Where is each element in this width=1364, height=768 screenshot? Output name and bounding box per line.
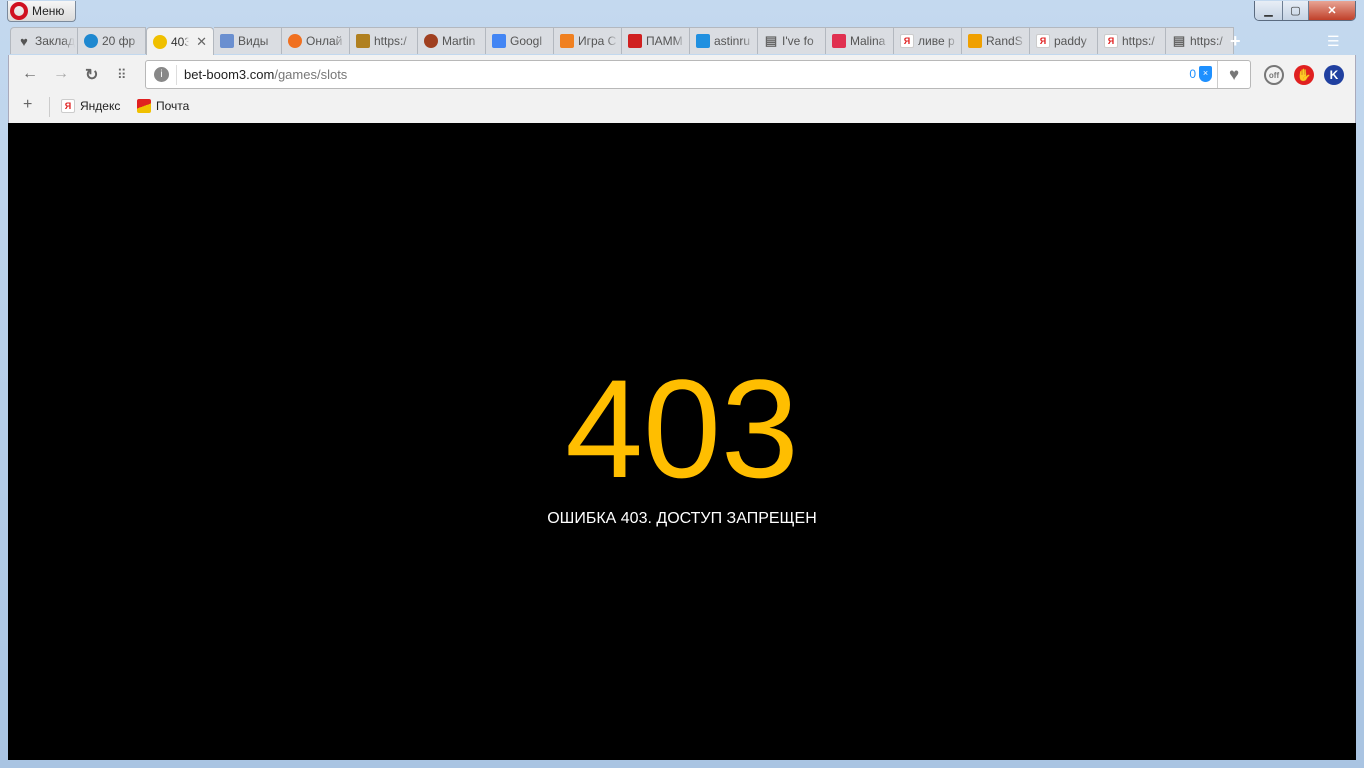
cards-icon [220,34,234,48]
tab-label: Игра С [578,34,617,48]
tab-1[interactable]: ♥ Заклад [10,27,78,54]
tab-10[interactable]: ПАММ [622,27,690,54]
yandex-icon: Я [61,99,75,113]
tab-menu-icon[interactable]: ☰ [1327,33,1340,50]
adblock-icon[interactable]: ✋ [1294,65,1314,85]
divider [49,97,50,117]
tab-label: Martin [442,34,476,48]
tab-label: Онлай [306,34,343,48]
tab-11[interactable]: astinru [690,27,758,54]
tab-label: Заклад [35,34,75,48]
error-message: ОШИБКА 403. ДОСТУП ЗАПРЕЩЕН [547,510,817,527]
site-info-icon[interactable]: i [154,67,169,82]
tab-6[interactable]: https:/ [350,27,418,54]
opera-logo-icon [10,2,28,20]
tab-14[interactable]: Яливе р [894,27,962,54]
kf-icon [84,34,98,48]
tab-label: Malina [850,34,886,48]
reload-button[interactable]: ↻ [85,65,98,85]
tab-label: https:/ [1122,34,1155,48]
tab-15[interactable]: RandS [962,27,1030,54]
p-icon [628,34,642,48]
google-translate-icon [492,34,506,48]
yandex-icon: Я [1104,34,1118,48]
bookmark-yandex[interactable]: Я Яндекс [61,99,120,113]
lifebuoy-icon [288,34,302,48]
speed-dial-icon[interactable]: ⠿ [117,67,127,83]
error-code: 403 [565,350,799,507]
tab-17[interactable]: Яhttps:/ [1098,27,1166,54]
blocked-count: 0 [1189,67,1196,81]
tab-label: 20 фр [102,34,136,48]
divider [176,65,177,85]
game-icon [356,34,370,48]
close-tab-icon[interactable]: ✕ [196,34,207,50]
yandex-icon: Я [900,34,914,48]
new-tab-button[interactable]: + [1230,31,1241,52]
tab-label: ливе р [918,34,955,48]
extension-k-icon[interactable]: K [1324,65,1344,85]
tab-label: https:/ [1190,34,1223,48]
extension-off-icon[interactable]: off [1264,65,1284,85]
tab-label: 403 [171,34,189,49]
menu-label: Меню [32,4,65,18]
url-path: /games/slots [274,67,348,82]
shield-icon[interactable]: × [1199,66,1212,82]
bookmark-label: Почта [156,99,190,113]
tab-label: RandS [986,34,1023,48]
minimize-button[interactable]: ▁ [1255,1,1283,20]
raspberry-icon [832,34,846,48]
address-bar[interactable]: i bet-boom3.com/games/slots 0 × ♥ [145,60,1251,89]
tab-18[interactable]: ▤ https:/ [1166,27,1234,54]
tab-12[interactable]: ▤ I've fo [758,27,826,54]
roulette-icon [424,34,438,48]
bookmark-label: Яндекс [80,99,121,113]
back-button[interactable]: ← [22,65,38,83]
add-bookmark-button[interactable]: + [23,96,32,114]
star-icon [560,34,574,48]
bookmark-pochta[interactable]: Почта [137,99,189,113]
yandex-icon: Я [1036,34,1050,48]
tab-label: https:/ [374,34,407,48]
opera-menu-button[interactable]: Меню [7,1,76,22]
at-icon [696,34,710,48]
page-icon: ▤ [764,33,778,48]
tab-label: Googl [510,34,543,48]
page-icon: ▤ [1172,33,1186,48]
page-content: 403 ОШИБКА 403. ДОСТУП ЗАПРЕЩЕН [8,123,1356,760]
forward-button[interactable]: → [53,65,69,83]
tab-3[interactable]: 403 ✕ [146,27,214,55]
tab-7[interactable]: Martin [418,27,486,54]
tab-9[interactable]: Игра С [554,27,622,54]
toolbar: ← → ↻ ⠿ i bet-boom3.com/games/slots 0 × … [8,55,1356,123]
mail-icon [137,99,151,113]
tab-label: astinru [714,34,751,48]
browser-window: Меню ▁ ▢ ✕ ♥ Заклад 20 фр 403 ✕ Виды Онлай http… [0,0,1364,768]
tab-4[interactable]: Виды [214,27,282,54]
url-domain: bet-boom3.com [184,67,275,82]
tab-2[interactable]: 20 фр [78,27,146,54]
tab-label: Виды [238,34,269,48]
tab-16[interactable]: Яpaddy [1030,27,1098,54]
tab-strip: ♥ Заклад 20 фр 403 ✕ Виды Онлай https:/ Martin Go… [10,27,1234,55]
heart-icon: ♥ [20,33,28,49]
maximize-button[interactable]: ▢ [1283,1,1309,20]
window-controls: ▁ ▢ ✕ [1254,1,1356,21]
tab-5[interactable]: Онлай [282,27,350,54]
tab-label: paddy [1054,34,1087,48]
tab-label: ПАММ [646,34,683,48]
bookmark-heart-icon[interactable]: ♥ [1217,61,1250,88]
coin-icon [153,34,167,49]
close-button[interactable]: ✕ [1309,1,1355,20]
rs-icon [968,34,982,48]
tab-8[interactable]: Googl [486,27,554,54]
tab-13[interactable]: Malina [826,27,894,54]
tab-label: I've fo [782,34,814,48]
url-text[interactable]: bet-boom3.com/games/slots [184,67,347,82]
